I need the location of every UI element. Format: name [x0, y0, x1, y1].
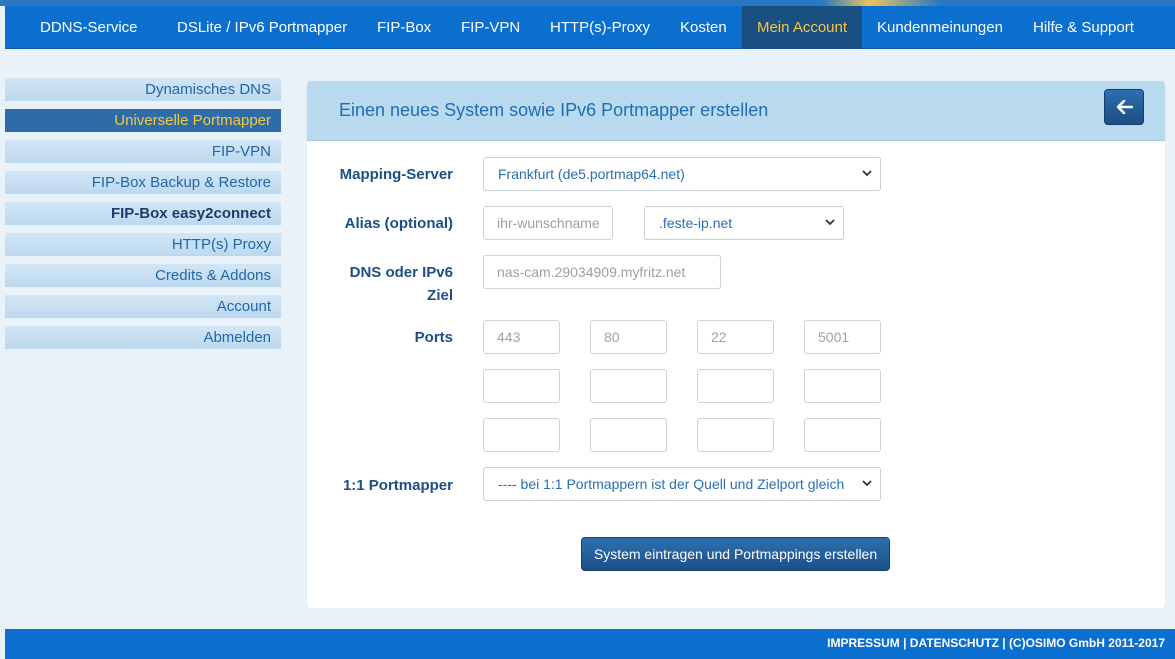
nav-item-mein-account[interactable]: Mein Account [742, 6, 862, 49]
nav-item-kundenmeinungen[interactable]: Kundenmeinungen [877, 6, 1003, 49]
nav-item-hilfe-support[interactable]: Hilfe & Support [1033, 6, 1134, 49]
chevron-down-icon [862, 170, 872, 177]
sidebar-item-fip-vpn[interactable]: FIP-VPN [5, 140, 281, 163]
sidebar-item-fip-box-easy2connect[interactable]: FIP-Box easy2connect [5, 202, 281, 225]
dns-target-label-line2: Ziel [427, 287, 453, 304]
panel-header: Einen neues System sowie IPv6 Portmapper… [307, 81, 1165, 141]
port-input[interactable]: 443 [483, 320, 560, 354]
port-input[interactable]: 5001 [804, 320, 881, 354]
alias-label: Alias (optional) [344, 215, 453, 232]
top-nav: DDNS-Service DSLite / IPv6 Portmapper FI… [5, 6, 1175, 49]
port-input[interactable]: 80 [590, 320, 667, 354]
alias-input[interactable]: ihr-wunschname [483, 206, 613, 240]
port-input[interactable] [483, 369, 560, 403]
ports-label: Ports [414, 329, 453, 346]
portmapper-11-value: ---- bei 1:1 Portmappern ist der Quell u… [498, 476, 845, 492]
sidebar-item-abmelden[interactable]: Abmelden [5, 326, 281, 349]
mapping-server-select[interactable]: Frankfurt (de5.portmap64.net) [483, 157, 881, 191]
portmapper-11-label: 1:1 Portmapper [342, 477, 453, 494]
sidebar-item-fip-box-backup[interactable]: FIP-Box Backup & Restore [5, 171, 281, 194]
nav-item-kosten[interactable]: Kosten [680, 6, 727, 49]
submit-button[interactable]: System eintragen und Portmappings erstel… [581, 537, 890, 571]
chevron-down-icon [825, 219, 835, 226]
port-input[interactable] [590, 418, 667, 452]
port-input[interactable] [804, 369, 881, 403]
footer: IMPRESSUM | DATENSCHUTZ | (C)OSIMO GmbH … [5, 629, 1175, 659]
nav-item-fip-box[interactable]: FIP-Box [377, 6, 431, 49]
sidebar-item-universelle-portmapper[interactable]: Universelle Portmapper [5, 109, 281, 132]
alias-domain-value: .feste-ip.net [659, 215, 733, 231]
back-button[interactable] [1104, 89, 1144, 125]
port-input[interactable] [483, 418, 560, 452]
footer-links[interactable]: IMPRESSUM | DATENSCHUTZ | (C)OSIMO GmbH … [827, 636, 1165, 650]
panel-title: Einen neues System sowie IPv6 Portmapper… [339, 100, 769, 120]
arrow-left-icon [1117, 100, 1133, 114]
portmapper-11-select[interactable]: ---- bei 1:1 Portmappern ist der Quell u… [483, 467, 881, 501]
port-input[interactable] [590, 369, 667, 403]
dns-target-input[interactable]: nas-cam.29034909.myfritz.net [483, 255, 721, 289]
mapping-server-value: Frankfurt (de5.portmap64.net) [498, 166, 685, 182]
port-input[interactable] [804, 418, 881, 452]
port-input[interactable] [697, 418, 774, 452]
dns-target-label-line1: DNS oder IPv6 [349, 264, 453, 281]
mapping-server-label: Mapping-Server [339, 166, 453, 183]
chevron-down-icon [862, 480, 872, 487]
sidebar-item-https-proxy[interactable]: HTTP(s) Proxy [5, 233, 281, 256]
nav-item-https-proxy[interactable]: HTTP(s)-Proxy [550, 6, 650, 49]
nav-item-fip-vpn[interactable]: FIP-VPN [461, 6, 520, 49]
sidebar-item-dynamisches-dns[interactable]: Dynamisches DNS [5, 78, 281, 101]
port-input[interactable] [697, 369, 774, 403]
sidebar-item-account[interactable]: Account [5, 295, 281, 318]
nav-item-ddns-service[interactable]: DDNS-Service [40, 6, 138, 49]
port-input[interactable]: 22 [697, 320, 774, 354]
nav-item-dslite-portmapper[interactable]: DSLite / IPv6 Portmapper [177, 6, 347, 49]
sidebar-item-credits-addons[interactable]: Credits & Addons [5, 264, 281, 287]
create-system-panel: Einen neues System sowie IPv6 Portmapper… [307, 81, 1165, 608]
alias-domain-select[interactable]: .feste-ip.net [644, 206, 844, 240]
